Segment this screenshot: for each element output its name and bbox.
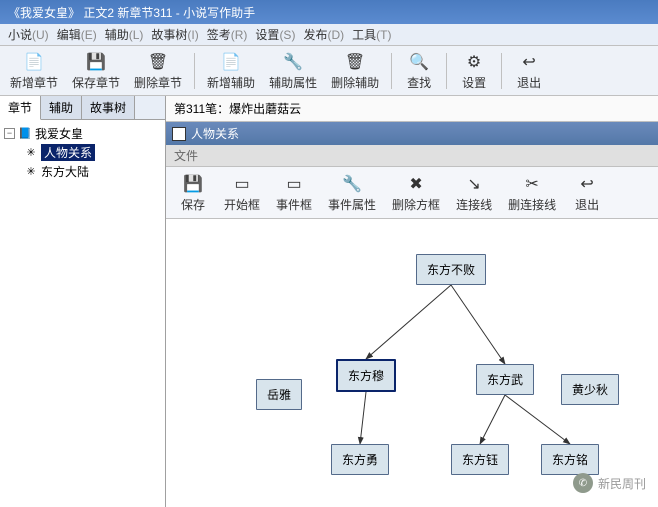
dtb-删除方框[interactable]: ✖删除方框 <box>386 170 446 215</box>
content-area: 第311笔：爆炸出蘑菇云 人物关系 文件 💾保存▭开始框▭事件框🔧事件属性✖删除… <box>166 96 658 507</box>
tab-故事树[interactable]: 故事树 <box>82 96 135 119</box>
node-icon: ✳ <box>24 146 38 160</box>
node-icon: ✳ <box>24 165 38 179</box>
menu-辅助[interactable]: 辅助(L) <box>101 24 148 45</box>
watermark-text: 新民周刊 <box>598 475 646 492</box>
事件属性-icon: 🔧 <box>340 172 364 196</box>
设置-icon: ⚙ <box>462 50 486 74</box>
tree-item-label: 人物关系 <box>41 144 95 161</box>
diagram-canvas[interactable]: 东方不败岳雅 东方穆 东方武黄少秋东方勇 东方钰 东方铭 <box>166 219 658 507</box>
diagram-node[interactable]: 东方不败 <box>416 254 486 285</box>
dtb-删连接线[interactable]: ✂删连接线 <box>502 170 562 215</box>
watermark: ✆ 新民周刊 <box>573 473 646 493</box>
main-toolbar: 📄新增章节💾保存章节🗑删除章节 📄新增辅助🔧辅助属性🗑删除辅助 🔍查找 ⚙设置 ↩退出 <box>0 46 658 96</box>
删除方框-icon: ✖ <box>404 172 428 196</box>
删连接线-icon: ✂ <box>520 172 544 196</box>
collapse-icon[interactable]: − <box>4 128 15 139</box>
panel-icon <box>172 127 186 141</box>
dtb-退出[interactable]: ↩退出 <box>566 170 608 215</box>
diagram-node[interactable]: 东方武 <box>476 364 534 395</box>
tab-章节[interactable]: 章节 <box>0 96 41 120</box>
dtb-事件属性[interactable]: 🔧事件属性 <box>322 170 382 215</box>
事件框-icon: ▭ <box>282 172 306 196</box>
separator <box>391 53 392 89</box>
新增辅助-icon: 📄 <box>219 50 243 74</box>
sidebar: 章节辅助故事树 − 📘 我爱女皇 ✳ 人物关系 ✳ 东方大陆 <box>0 96 166 507</box>
toolbar-删除章节[interactable]: 🗑删除章节 <box>128 48 188 93</box>
退出-icon: ↩ <box>575 172 599 196</box>
dtb-连接线[interactable]: ↘连接线 <box>450 170 498 215</box>
开始框-icon: ▭ <box>230 172 254 196</box>
保存章节-icon: 💾 <box>84 50 108 74</box>
separator <box>194 53 195 89</box>
toolbar-辅助属性[interactable]: 🔧辅助属性 <box>263 48 323 93</box>
tree-item-relations[interactable]: ✳ 人物关系 <box>24 143 161 162</box>
toolbar-保存章节[interactable]: 💾保存章节 <box>66 48 126 93</box>
dtb-事件框[interactable]: ▭事件框 <box>270 170 318 215</box>
保存-icon: 💾 <box>181 172 205 196</box>
dtb-开始框[interactable]: ▭开始框 <box>218 170 266 215</box>
chapter-title: 第311笔：爆炸出蘑菇云 <box>174 102 301 116</box>
toolbar-设置[interactable]: ⚙设置 <box>453 48 495 93</box>
tree-root-label: 我爱女皇 <box>35 125 83 142</box>
diagram-node[interactable]: 东方勇 <box>331 444 389 475</box>
title-bar: 《我爱女皇》 正文2 新章节311 - 小说写作助手 <box>0 0 658 24</box>
menu-故事树[interactable]: 故事树(I) <box>147 24 202 45</box>
新增章节-icon: 📄 <box>22 50 46 74</box>
menu-编辑[interactable]: 编辑(E) <box>53 24 101 45</box>
diagram-toolbar: 💾保存▭开始框▭事件框🔧事件属性✖删除方框↘连接线✂删连接线↩退出 <box>166 167 658 219</box>
panel-title-text: 人物关系 <box>191 125 239 142</box>
panel-title-bar: 人物关系 <box>166 122 658 145</box>
diagram-node[interactable]: 东方铭 <box>541 444 599 475</box>
diagram-node[interactable]: 东方钰 <box>451 444 509 475</box>
wechat-icon: ✆ <box>573 473 593 493</box>
辅助属性-icon: 🔧 <box>281 50 305 74</box>
连接线-icon: ↘ <box>462 172 486 196</box>
toolbar-新增章节[interactable]: 📄新增章节 <box>4 48 64 93</box>
menu-发布[interactable]: 发布(D) <box>299 24 348 45</box>
tree-item-continent[interactable]: ✳ 东方大陆 <box>24 162 161 181</box>
tab-辅助[interactable]: 辅助 <box>41 96 82 119</box>
toolbar-退出[interactable]: ↩退出 <box>508 48 550 93</box>
menu-签考[interactable]: 签考(R) <box>203 24 252 45</box>
toolbar-新增辅助[interactable]: 📄新增辅助 <box>201 48 261 93</box>
退出-icon: ↩ <box>517 50 541 74</box>
查找-icon: 🔍 <box>407 50 431 74</box>
toolbar-删除辅助[interactable]: 🗑删除辅助 <box>325 48 385 93</box>
window-title: 《我爱女皇》 正文2 新章节311 - 小说写作助手 <box>8 4 255 21</box>
dtb-保存[interactable]: 💾保存 <box>172 170 214 215</box>
menu-小说[interactable]: 小说(U) <box>4 24 53 45</box>
separator <box>501 53 502 89</box>
separator <box>446 53 447 89</box>
diagram-node[interactable]: 东方穆 <box>336 359 396 392</box>
diagram-node[interactable]: 岳雅 <box>256 379 302 410</box>
menu-设置[interactable]: 设置(S) <box>251 24 299 45</box>
diagram-node[interactable]: 黄少秋 <box>561 374 619 405</box>
book-icon: 📘 <box>18 127 32 141</box>
tree-item-label: 东方大陆 <box>41 163 89 180</box>
toolbar-查找[interactable]: 🔍查找 <box>398 48 440 93</box>
content-header: 第311笔：爆炸出蘑菇云 <box>166 96 658 122</box>
menu-bar: 小说(U)编辑(E)辅助(L)故事树(I)签考(R)设置(S)发布(D)工具(T… <box>0 24 658 46</box>
tree-root[interactable]: − 📘 我爱女皇 <box>4 124 161 143</box>
删除章节-icon: 🗑 <box>146 50 170 74</box>
sidebar-tabs: 章节辅助故事树 <box>0 96 165 120</box>
menu-工具[interactable]: 工具(T) <box>348 24 395 45</box>
删除辅助-icon: 🗑 <box>343 50 367 74</box>
tree-view: − 📘 我爱女皇 ✳ 人物关系 ✳ 东方大陆 <box>0 120 165 507</box>
file-subtab[interactable]: 文件 <box>166 145 658 167</box>
